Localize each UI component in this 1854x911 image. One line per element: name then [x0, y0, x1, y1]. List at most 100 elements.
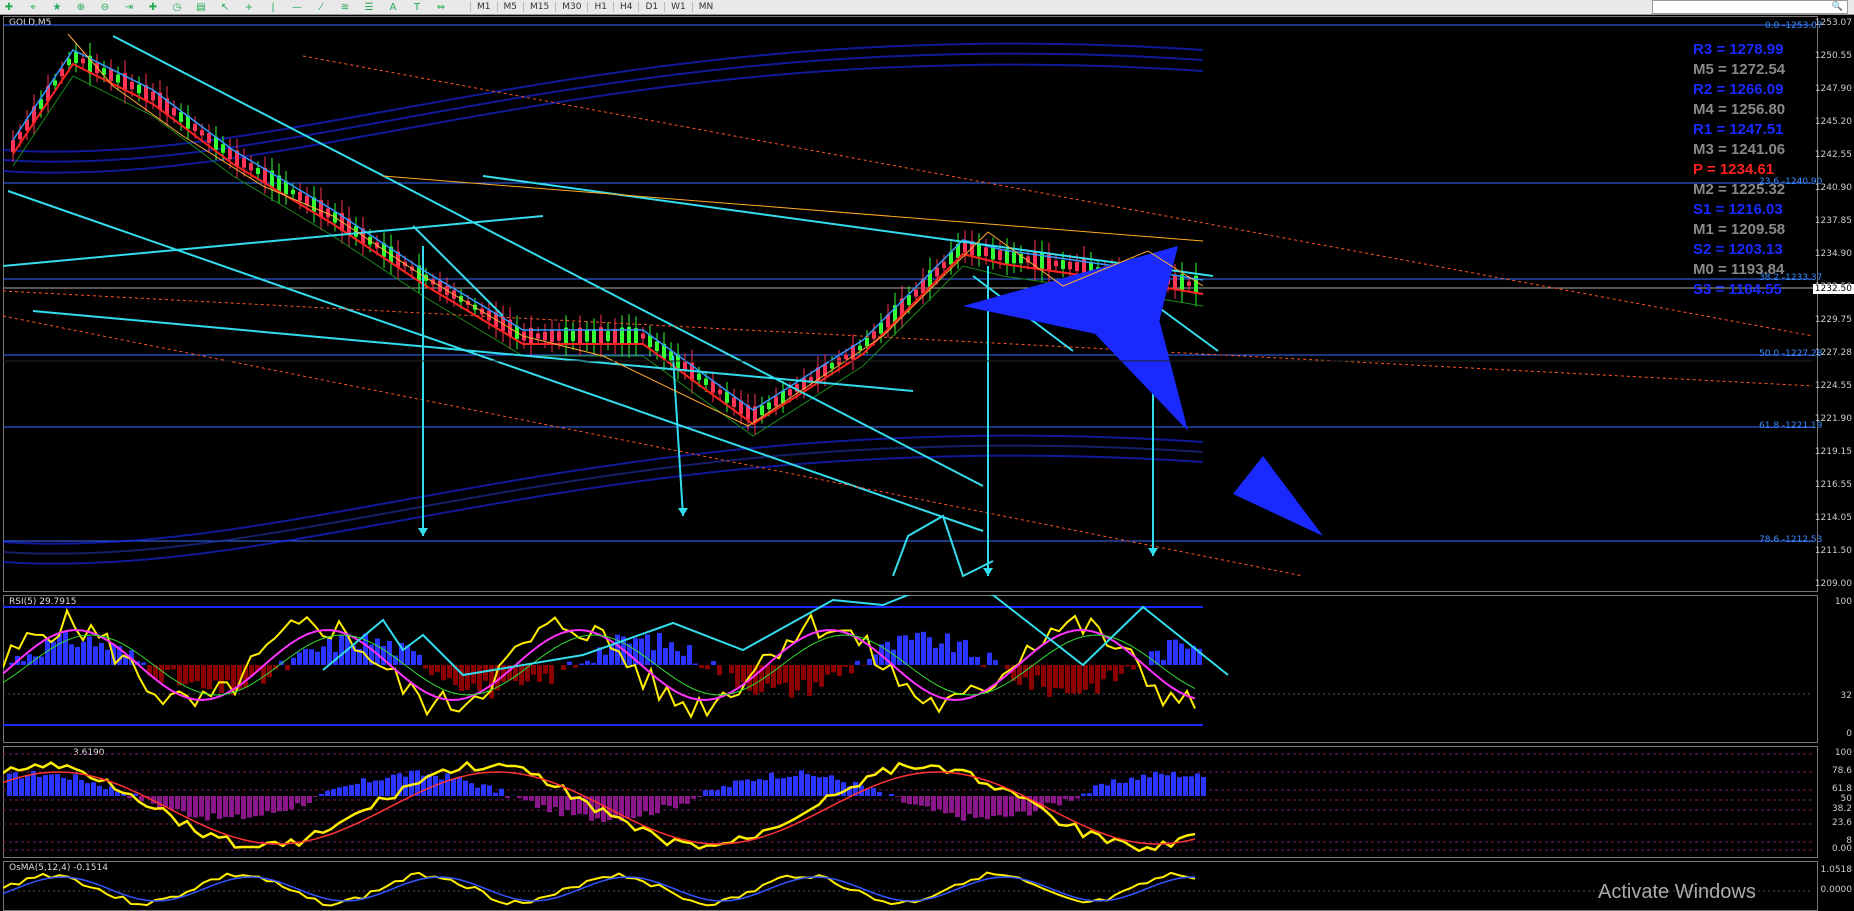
rsi-histogram-bar [1083, 665, 1088, 690]
pivot-level: S3 = 1184.55 [1693, 281, 1782, 298]
blue-triangle [1233, 456, 1323, 536]
main-chart-pane[interactable]: GOLD,M5 1253.07 1250.55 1247.90 1245.20 1242… [3, 16, 1854, 592]
rsi-histogram-bar [1167, 640, 1172, 665]
rsi-histogram-bar [435, 665, 440, 673]
vertical-line-icon[interactable]: | [264, 1, 282, 13]
channel-icon[interactable]: ≋ [336, 1, 354, 13]
indicators-icon[interactable]: ✚ [144, 1, 162, 13]
rsi-histogram-bar [567, 661, 572, 665]
zigzag-line [67, 33, 1204, 427]
rsi-histogram-bar [579, 663, 584, 665]
timeframe-m5[interactable]: M5 [496, 2, 524, 12]
stoch-histogram-bar [1177, 777, 1182, 796]
timeframe-h1[interactable]: H1 [587, 2, 613, 12]
rsi-histogram-bar [849, 665, 854, 674]
pivot-levels: R3 = 1278.99 M5 = 1272.54 R2 = 1266.09 M4 =… [1693, 40, 1785, 300]
horizontal-line-icon[interactable]: — [288, 1, 306, 13]
candle-body [613, 329, 617, 343]
rsi-histogram-bar [171, 665, 176, 670]
stoch-axis-tick: 78.6 [1831, 766, 1852, 776]
trend-line [482, 175, 1214, 277]
stoch-histogram-bar [205, 796, 210, 821]
stoch-histogram-bar [349, 785, 354, 796]
stoch-histogram-bar [769, 772, 774, 796]
stoch-histogram-bar [1183, 776, 1188, 796]
rsi-histogram-bar [717, 665, 722, 676]
pivot-level: S2 = 1203.13 [1693, 241, 1783, 258]
candle-body [914, 289, 918, 297]
stoch-histogram-bar [103, 789, 108, 796]
new-order-icon[interactable]: ✚ [0, 1, 18, 13]
text-tool-icon[interactable]: A [384, 1, 402, 13]
stoch-histogram-bar [937, 796, 942, 810]
arrows-tool-icon[interactable]: ⇔ [432, 1, 450, 13]
price-tick: 1247.90 [1814, 84, 1852, 94]
stochastic-pane[interactable]: 3.6190 100 78.6 61.8 50 38.2 23.6 8 0.00 [3, 746, 1854, 858]
timeframe-w1[interactable]: W1 [664, 2, 692, 12]
osma-axis-zero: 0.0000 [1820, 885, 1853, 895]
cross-tool-icon[interactable]: + [240, 1, 258, 13]
stoch-histogram-bar [727, 787, 732, 796]
favorites-icon[interactable]: ★ [48, 1, 66, 13]
search-input[interactable]: 🔍 [1652, 0, 1848, 14]
zoom-out-icon[interactable]: ⊖ [96, 1, 114, 13]
candle-body [172, 108, 176, 116]
fib-level-label: 38.2 -1233.37 [1759, 273, 1823, 283]
rsi-histogram-bar [939, 643, 944, 665]
candle-body [81, 58, 85, 64]
rsi-scale: 100 32 0 [1817, 595, 1854, 743]
stoch-histogram-bar [43, 775, 48, 796]
candle-body [1012, 251, 1016, 264]
templates-icon[interactable]: ▤ [192, 1, 210, 13]
candle-body [179, 112, 183, 122]
timeframe-m30[interactable]: M30 [555, 2, 587, 12]
rsi-histogram-bar [819, 665, 824, 687]
rsi-histogram-bar [1173, 639, 1178, 665]
stoch-histogram-bar [367, 782, 372, 796]
osma-pane[interactable]: OsMA(5,12,4) -0.1514 1.0518 0.0000 [3, 861, 1854, 911]
stoch-histogram-bar [343, 786, 348, 796]
price-tick: 1216.55 [1814, 480, 1852, 490]
stoch-histogram-bar [85, 783, 90, 796]
price-tick: 1234.90 [1814, 249, 1852, 259]
cursor-icon[interactable]: ↖ [216, 1, 234, 13]
timeframe-m15[interactable]: M15 [523, 2, 555, 12]
chart-shift-icon[interactable]: ⇥ [120, 1, 138, 13]
candle-body [872, 331, 876, 339]
label-tool-icon[interactable]: T [408, 1, 426, 13]
price-scale[interactable]: 1253.07 1250.55 1247.90 1245.20 1242.55 1240.… [1812, 16, 1854, 592]
rsi-histogram-bar [225, 665, 230, 681]
timeframe-m1[interactable]: M1 [470, 2, 497, 12]
timeframe-h4[interactable]: H4 [612, 2, 639, 12]
rsi-histogram-bar [1077, 665, 1082, 694]
candle-body [725, 391, 729, 403]
crosshair-icon[interactable]: ⌖ [24, 1, 42, 13]
stoch-histogram-bar [943, 796, 948, 814]
rsi-svg [3, 595, 1813, 726]
timeframe-d1[interactable]: D1 [638, 2, 664, 12]
rsi-histogram-bar [1185, 648, 1190, 665]
stoch-histogram-bar [235, 796, 240, 815]
stoch-histogram-bar [841, 782, 846, 796]
fibonacci-icon[interactable]: ☰ [360, 1, 378, 13]
arrow-zigzag [892, 514, 994, 578]
candle-body [1005, 249, 1009, 264]
stochastic-svg [3, 753, 1813, 853]
rsi-histogram-bar [207, 665, 212, 690]
rsi-histogram-bar [831, 665, 836, 673]
rsi-histogram-bar [327, 637, 332, 665]
stoch-histogram-bar [1105, 785, 1110, 796]
candle-body [109, 69, 113, 81]
stoch-histogram-bar [199, 796, 204, 817]
period-icon[interactable]: ◷ [168, 1, 186, 13]
trendline-icon[interactable]: ⁄ [312, 1, 330, 13]
stoch-axis-tick: 23.6 [1831, 818, 1852, 828]
zoom-in-icon[interactable]: ⊕ [72, 1, 90, 13]
rsi-histogram-bar [213, 665, 218, 681]
stoch-histogram-bar [1195, 773, 1200, 796]
candle-body [585, 330, 589, 342]
rsi-histogram-bar [867, 658, 872, 665]
timeframe-mn[interactable]: MN [691, 2, 720, 12]
candle-body [298, 191, 302, 201]
rsi-pane[interactable]: RSI(5) 29.7915 100 32 0 [3, 595, 1854, 743]
